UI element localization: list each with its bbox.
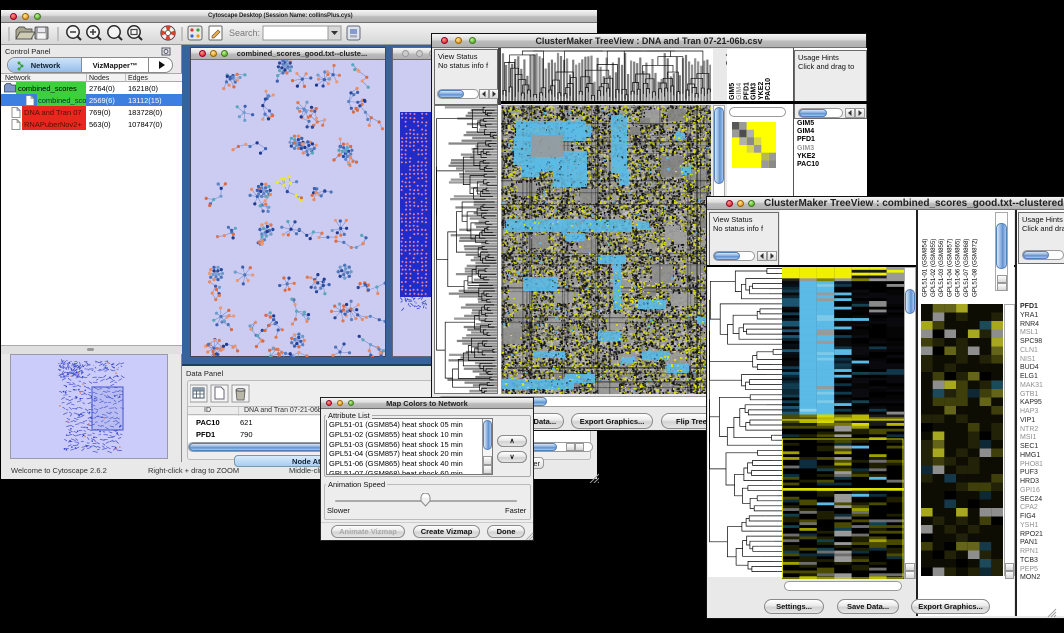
svg-text:GIM5: GIM5 [729, 83, 736, 100]
svg-text:Search:: Search: [229, 28, 260, 38]
svg-text:GPL51-02 (GSM855): GPL51-02 (GSM855) [930, 239, 937, 297]
svg-text:GPL51-01 (GSM854): GPL51-01 (GSM854) [922, 239, 929, 297]
svg-text:GPL51-07 (GSM868): GPL51-07 (GSM868) [963, 239, 970, 297]
svg-text:GPL51-04 (GSM857): GPL51-04 (GSM857) [946, 239, 953, 297]
svg-text:GIM4: GIM4 [736, 83, 743, 100]
svg-text:YKE2: YKE2 [758, 82, 765, 100]
svg-text:GIM3: GIM3 [751, 83, 758, 100]
svg-text:PAC10: PAC10 [765, 78, 772, 100]
svg-text:GPL51-03 (GSM856): GPL51-03 (GSM856) [938, 239, 945, 297]
svg-text:GPL51-08 (GSM872): GPL51-08 (GSM872) [971, 239, 978, 297]
svg-text:GPL51-06 (GSM865): GPL51-06 (GSM865) [955, 239, 962, 297]
svg-text:PFD1: PFD1 [743, 82, 750, 100]
